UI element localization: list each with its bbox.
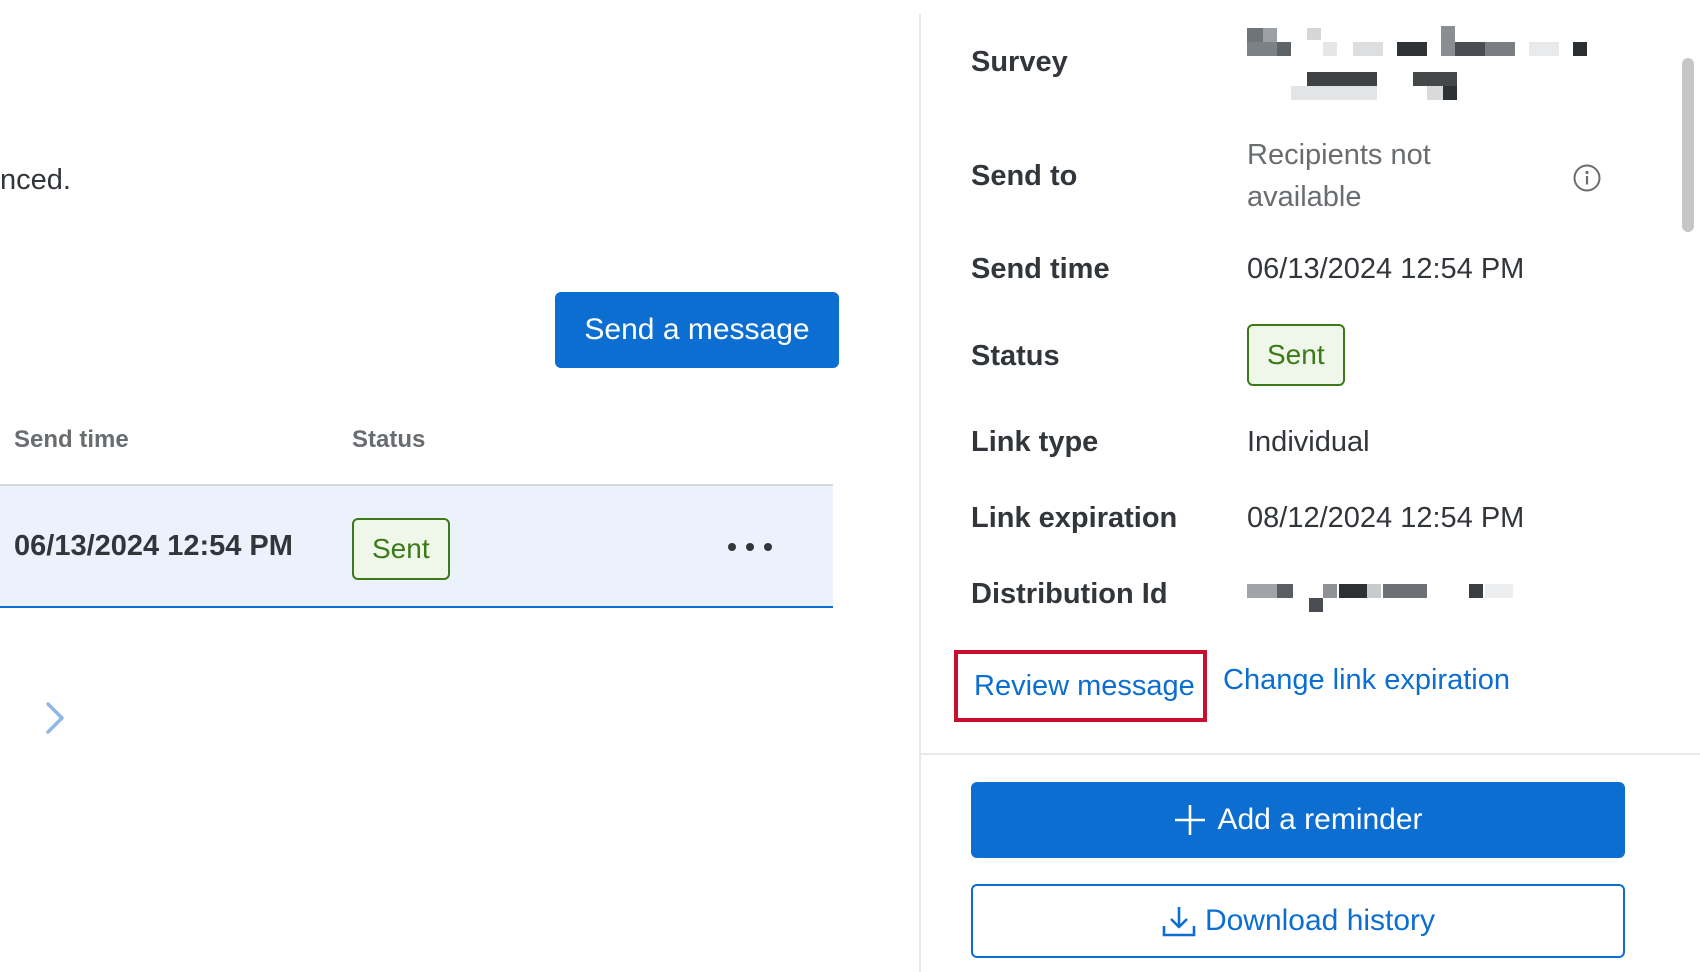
review-message-link[interactable]: Review message <box>954 650 1207 722</box>
info-icon[interactable] <box>1572 163 1602 193</box>
section-divider <box>921 753 1700 755</box>
survey-name-redacted <box>1247 26 1607 104</box>
table-row[interactable]: 06/13/2024 12:54 PM Sent <box>0 484 833 608</box>
link-type-value: Individual <box>1247 426 1370 458</box>
add-reminder-button[interactable]: Add a reminder <box>971 782 1625 858</box>
status-badge: Sent <box>352 518 450 580</box>
column-header-status[interactable]: Status <box>352 426 425 454</box>
row-status-cell: Sent <box>352 518 450 580</box>
download-history-button[interactable]: Download history <box>971 884 1625 958</box>
status-value-cell: Sent <box>1247 324 1345 386</box>
download-history-label: Download history <box>1204 904 1436 937</box>
plus-icon <box>1175 805 1206 835</box>
status-label: Status <box>971 340 1060 372</box>
send-to-label: Send to <box>971 160 1078 192</box>
add-reminder-label: Add a reminder <box>1217 803 1423 836</box>
row-send-time: 06/13/2024 12:54 PM <box>14 530 293 562</box>
send-time-value: 06/13/2024 12:54 PM <box>1247 253 1525 285</box>
intro-text: nced. <box>0 164 71 196</box>
chevron-right-icon[interactable] <box>40 698 70 738</box>
survey-label: Survey <box>971 46 1068 78</box>
link-expiration-value: 08/12/2024 12:54 PM <box>1247 502 1525 534</box>
status-badge: Sent <box>1247 324 1345 386</box>
send-to-value: Recipients not available <box>1247 139 1431 213</box>
send-time-label: Send time <box>971 253 1110 285</box>
link-type-label: Link type <box>971 426 1099 458</box>
download-icon <box>1162 907 1196 937</box>
link-expiration-label: Link expiration <box>971 502 1178 534</box>
distribution-id-redacted <box>1247 582 1547 614</box>
more-horizontal-icon[interactable] <box>728 532 772 562</box>
distributions-pane: nced. Send a message Send time Status 06… <box>0 0 917 972</box>
column-header-send-time[interactable]: Send time <box>14 426 129 454</box>
distribution-id-label: Distribution Id <box>971 578 1168 610</box>
send-message-button[interactable]: Send a message <box>555 292 839 368</box>
distribution-details-panel: Survey Send to Recipients not available … <box>921 0 1700 972</box>
change-link-expiration-link[interactable]: Change link expiration <box>1223 664 1510 697</box>
